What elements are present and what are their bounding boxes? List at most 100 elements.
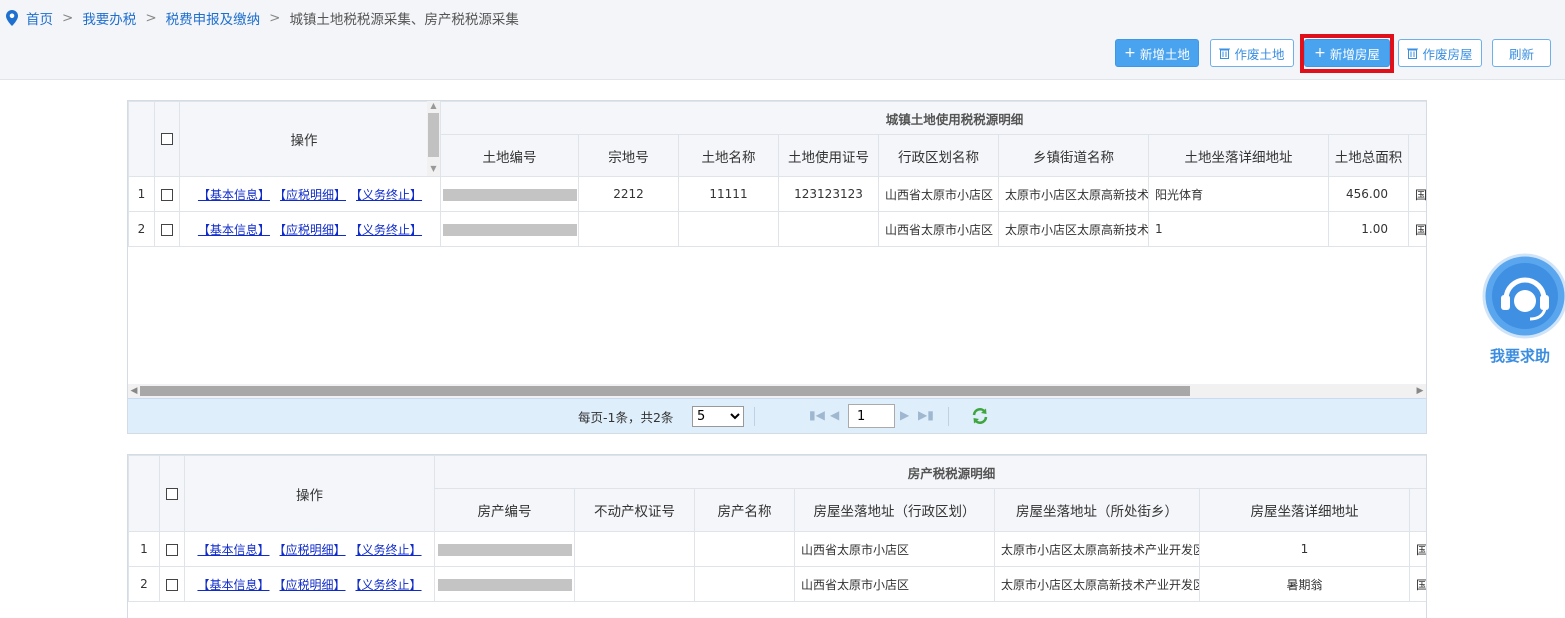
help-label[interactable]: 我要求助	[1490, 345, 1550, 366]
add-house-button[interactable]: + 新增房屋	[1304, 39, 1390, 67]
table-row[interactable]: 1 【基本信息】 【应税明细】 【义务终止】 2212 11111 12312312…	[128, 176, 1426, 212]
tax-detail-link[interactable]: 【应税明细】	[280, 188, 346, 202]
add-land-button[interactable]: + 新增土地	[1115, 39, 1199, 67]
add-house-label: 新增房屋	[1329, 46, 1380, 62]
plus-icon: +	[1314, 45, 1326, 61]
reload-icon[interactable]	[971, 407, 989, 425]
table-row[interactable]: 2 【基本信息】 【应税明细】 【义务终止】 山西省太原市小店区 太原市小店区太原高…	[128, 211, 1426, 247]
cell-land-cert: 123123123	[778, 176, 879, 212]
col-house-address[interactable]: 房屋坐落详细地址	[1199, 488, 1410, 532]
col-land-name[interactable]: 土地名称	[678, 134, 779, 177]
cell-house-district: 山西省太原市小店区	[794, 531, 995, 567]
row-number: 2	[128, 566, 160, 602]
row-number: 1	[128, 531, 160, 567]
terminate-link[interactable]: 【义务终止】	[356, 223, 422, 237]
breadcrumb-current: 城镇土地税税源采集、房产税税源采集	[289, 12, 519, 28]
page-number-input[interactable]	[848, 404, 895, 428]
void-land-button[interactable]: 作废土地	[1210, 39, 1294, 67]
operations-header: 操作	[179, 101, 429, 177]
select-all-header	[154, 101, 180, 177]
cell-extra: 国	[1408, 176, 1426, 212]
tax-detail-link[interactable]: 【应税明细】	[279, 543, 345, 557]
top-bar: 首页 > 我要办税 > 税费申报及缴纳 > 城镇土地税税源采集、房产税税源采集 …	[0, 0, 1565, 80]
vertical-scrollbar[interactable]: ▲ ▼	[427, 101, 440, 176]
row-select[interactable]	[159, 531, 185, 567]
land-table: 操作 城镇土地使用税税源明细 土地编号 宗地号 土地名称 土地使用证号 行政区划…	[128, 101, 1426, 247]
scroll-down-icon[interactable]: ▼	[427, 164, 440, 173]
first-page-icon[interactable]: ▮◀	[809, 408, 825, 422]
table-row[interactable]: 1 【基本信息】 【应税明细】 【义务终止】 山西省太原市小店区 太原市小店区太原高…	[128, 531, 1426, 567]
breadcrumb-declare[interactable]: 税费申报及缴纳	[166, 8, 261, 28]
row-checkbox[interactable]	[166, 543, 178, 556]
scroll-up-icon[interactable]: ▲	[427, 101, 440, 110]
cell-zongdi: 2212	[578, 176, 679, 212]
terminate-link[interactable]: 【义务终止】	[356, 543, 422, 557]
customer-service-icon[interactable]	[1482, 253, 1565, 339]
col-house-street[interactable]: 房屋坐落地址（所处街乡）	[994, 488, 1200, 532]
redacted-value	[442, 223, 577, 236]
col-area[interactable]: 土地总面积	[1328, 134, 1409, 177]
row-select[interactable]	[154, 176, 180, 212]
basic-info-link[interactable]: 【基本信息】	[198, 223, 270, 237]
col-property-cert[interactable]: 不动产权证号	[574, 488, 695, 532]
col-house-district[interactable]: 房屋坐落地址（行政区划）	[794, 488, 995, 532]
row-select[interactable]	[154, 211, 180, 247]
col-extra	[1408, 488, 1426, 532]
basic-info-link[interactable]: 【基本信息】	[197, 543, 269, 557]
refresh-button[interactable]: 刷新	[1492, 39, 1551, 67]
scrollbar-thumb[interactable]	[428, 113, 439, 157]
table-row[interactable]: 2 【基本信息】 【应税明细】 【义务终止】 山西省太原市小店区 太原市小店区太原高…	[128, 566, 1426, 602]
house-table: 操作 房产税税源明细 房产编号 不动产权证号 房产名称 房屋坐落地址（行政区划）…	[128, 455, 1426, 602]
terminate-link[interactable]: 【义务终止】	[356, 188, 422, 202]
cell-land-no	[440, 211, 579, 247]
col-address[interactable]: 土地坐落详细地址	[1148, 134, 1329, 177]
trash-icon	[1219, 48, 1231, 59]
col-zongdi[interactable]: 宗地号	[578, 134, 679, 177]
cell-house-street: 太原市小店区太原高新技术产业开发区	[994, 566, 1200, 602]
basic-info-link[interactable]: 【基本信息】	[198, 188, 270, 202]
basic-info-link[interactable]: 【基本信息】	[197, 578, 269, 592]
cell-house-no	[434, 531, 575, 567]
tax-detail-link[interactable]: 【应税明细】	[279, 578, 345, 592]
col-land-no[interactable]: 土地编号	[440, 134, 579, 177]
tax-detail-link[interactable]: 【应税明细】	[280, 223, 346, 237]
help-widget[interactable]: 我要求助	[1482, 253, 1565, 365]
col-land-cert[interactable]: 土地使用证号	[778, 134, 879, 177]
scrollbar-thumb[interactable]	[140, 386, 1190, 396]
land-group-header: 城镇土地使用税税源明细	[440, 101, 1426, 135]
prev-page-icon[interactable]: ◀	[830, 408, 839, 422]
col-house-no[interactable]: 房产编号	[434, 488, 575, 532]
select-all-checkbox[interactable]	[161, 133, 173, 145]
terminate-link[interactable]: 【义务终止】	[356, 578, 422, 592]
cell-property-cert	[574, 531, 695, 567]
row-checkbox[interactable]	[166, 578, 178, 591]
row-number: 1	[128, 176, 155, 212]
cell-area: 456.00	[1328, 176, 1409, 212]
row-number-header	[128, 455, 160, 532]
cell-street: 太原市小店区太原高新技术	[998, 211, 1149, 247]
cell-land-name	[678, 211, 779, 247]
scroll-right-icon[interactable]: ▶	[1414, 384, 1426, 398]
select-all-checkbox[interactable]	[166, 487, 178, 500]
col-street[interactable]: 乡镇街道名称	[998, 134, 1149, 177]
last-page-icon[interactable]: ▶▮	[918, 408, 934, 422]
col-house-name[interactable]: 房产名称	[694, 488, 795, 532]
scroll-left-icon[interactable]: ◀	[128, 384, 140, 398]
select-all-header	[159, 455, 185, 532]
redacted-value	[442, 188, 577, 201]
col-extra	[1408, 134, 1426, 177]
breadcrumb-separator: >	[145, 10, 157, 26]
house-grid: 操作 房产税税源明细 房产编号 不动产权证号 房产名称 房屋坐落地址（行政区划）…	[127, 454, 1427, 618]
row-select[interactable]	[159, 566, 185, 602]
breadcrumb-home[interactable]: 首页	[26, 8, 53, 28]
breadcrumb-tax[interactable]: 我要办税	[82, 8, 136, 28]
col-district[interactable]: 行政区划名称	[878, 134, 999, 177]
cell-house-no	[434, 566, 575, 602]
void-house-button[interactable]: 作废房屋	[1398, 39, 1482, 67]
row-checkbox[interactable]	[161, 188, 173, 201]
next-page-icon[interactable]: ▶	[900, 408, 909, 422]
cell-area: 1.00	[1328, 211, 1409, 247]
horizontal-scrollbar[interactable]: ◀ ▶	[128, 384, 1426, 398]
row-checkbox[interactable]	[161, 223, 173, 236]
page-size-select[interactable]: 5	[692, 406, 744, 427]
